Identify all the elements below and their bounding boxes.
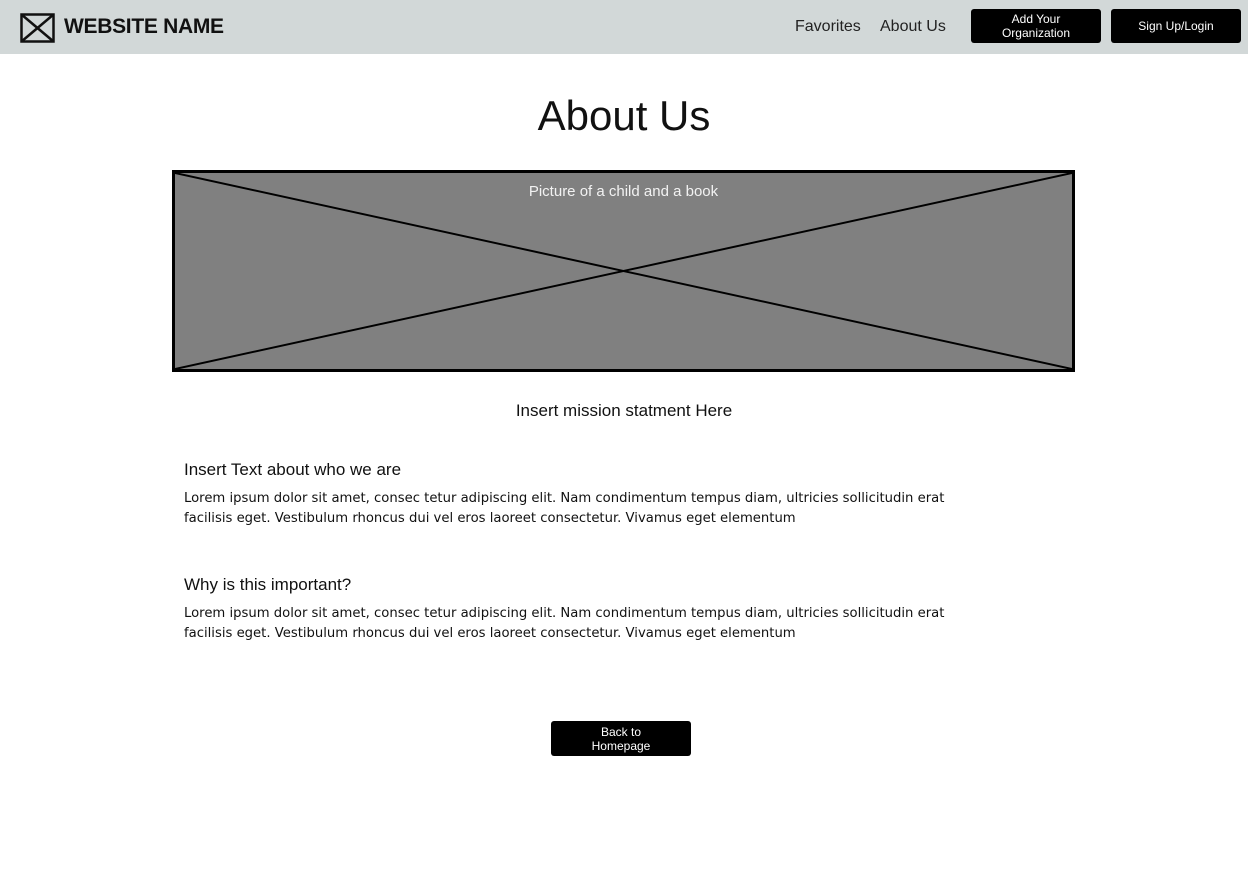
add-organization-button[interactable]: Add Your Organization — [971, 9, 1101, 43]
section-heading-who-we-are: Insert Text about who we are — [184, 460, 402, 479]
hero-image-caption: Picture of a child and a book — [528, 183, 719, 200]
image-placeholder-cross — [175, 173, 1072, 369]
section-heading-why-important: Why is this important? — [184, 575, 352, 594]
nav-link-favorites[interactable]: Favorites — [795, 18, 861, 36]
mission-statement: Insert mission statment Here — [515, 401, 733, 420]
signup-login-button[interactable]: Sign Up/Login — [1111, 9, 1241, 43]
hero-image-placeholder: Picture of a child and a book — [172, 170, 1075, 372]
section-body-who-we-are: Lorem ipsum dolor sit amet, consec tetur… — [184, 491, 945, 526]
image-placeholder-icon[interactable] — [20, 13, 55, 43]
page-title: About Us — [537, 92, 711, 139]
section-body-why-important: Lorem ipsum dolor sit amet, consec tetur… — [184, 606, 945, 641]
navbar: WEBSITE NAME Favorites About Us Add Your… — [0, 0, 1248, 54]
back-to-homepage-button[interactable]: Back to Homepage — [551, 721, 691, 756]
nav-link-about-us[interactable]: About Us — [880, 18, 946, 36]
site-name[interactable]: WEBSITE NAME — [64, 15, 224, 39]
